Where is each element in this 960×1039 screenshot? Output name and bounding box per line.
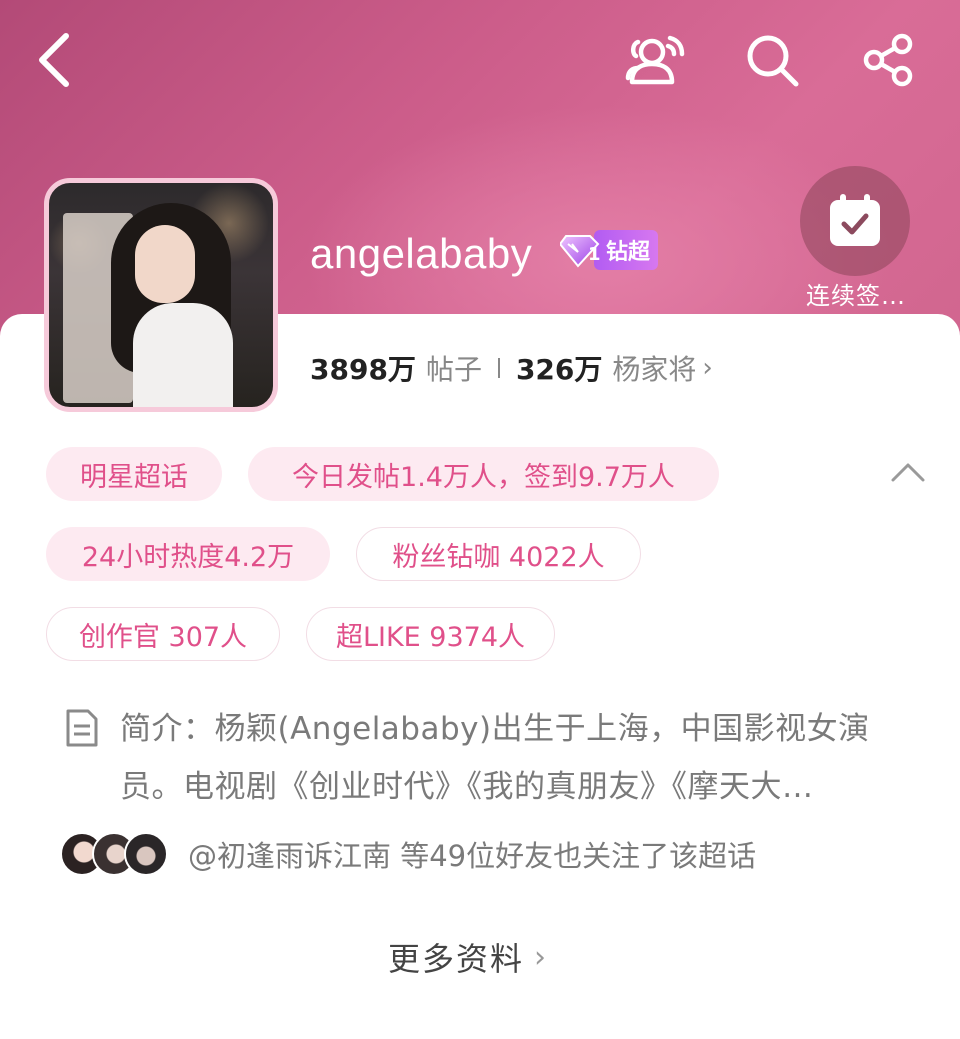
tag-celebrity-topic[interactable]: 明星超话 <box>46 447 222 501</box>
more-info-button[interactable]: 更多资料 › <box>388 932 548 982</box>
diamond-icon: 1 <box>558 230 604 270</box>
chevron-right-icon[interactable]: › <box>702 353 712 383</box>
tag-24h-heat[interactable]: 24小时热度4.2万 <box>46 527 330 581</box>
topic-name: angelababy <box>310 230 533 277</box>
search-button[interactable] <box>740 28 804 92</box>
calendar-check-icon <box>830 194 880 246</box>
search-icon <box>747 35 799 87</box>
group-icon <box>625 35 685 85</box>
chevron-up-icon <box>891 463 925 482</box>
tag-daily-activity[interactable]: 今日发帖1.4万人，签到9.7万人 <box>248 447 719 501</box>
topic-avatar[interactable] <box>44 178 278 412</box>
friends-following-row[interactable]: @初逢雨诉江南 等49位好友也关注了该超话 <box>60 830 756 878</box>
back-button[interactable] <box>22 28 86 92</box>
posts-label[interactable]: 帖子 <box>426 348 482 388</box>
fans-count: 326万 <box>515 353 603 386</box>
posts-count: 3898万 <box>310 353 416 386</box>
checkin-label[interactable]: 连续签… <box>778 276 934 311</box>
info-card <box>0 314 960 1039</box>
tag-super-like[interactable]: 超LIKE 9374人 <box>306 607 555 661</box>
diamond-super-badge[interactable]: 1 钻超 <box>558 230 659 270</box>
share-button[interactable] <box>856 28 920 92</box>
chevron-right-icon: › <box>534 939 549 975</box>
group-button[interactable] <box>624 28 688 92</box>
more-info-label: 更多资料 <box>388 940 525 978</box>
collapse-button[interactable] <box>886 452 930 492</box>
chevron-left-icon <box>39 33 69 87</box>
tag-creator[interactable]: 创作官 307人 <box>46 607 280 661</box>
share-icon <box>863 33 913 87</box>
document-icon <box>64 708 100 748</box>
friend-avatar <box>124 832 168 876</box>
top-bar <box>0 0 960 120</box>
tag-fan-diamond[interactable]: 粉丝钻咖 4022人 <box>356 527 641 581</box>
checkin-button[interactable] <box>800 166 910 276</box>
badge-level: 1 <box>588 244 601 265</box>
stats-row: 3898万 帖子 326万 杨家将 › <box>310 348 713 388</box>
fans-label[interactable]: 杨家将 <box>612 348 696 388</box>
stats-divider <box>497 358 500 378</box>
intro-text[interactable]: 简介：杨颖(Angelababy)出生于上海，中国影视女演员。电视剧《创业时代》… <box>120 700 880 816</box>
friends-text: @初逢雨诉江南 等49位好友也关注了该超话 <box>188 839 757 873</box>
